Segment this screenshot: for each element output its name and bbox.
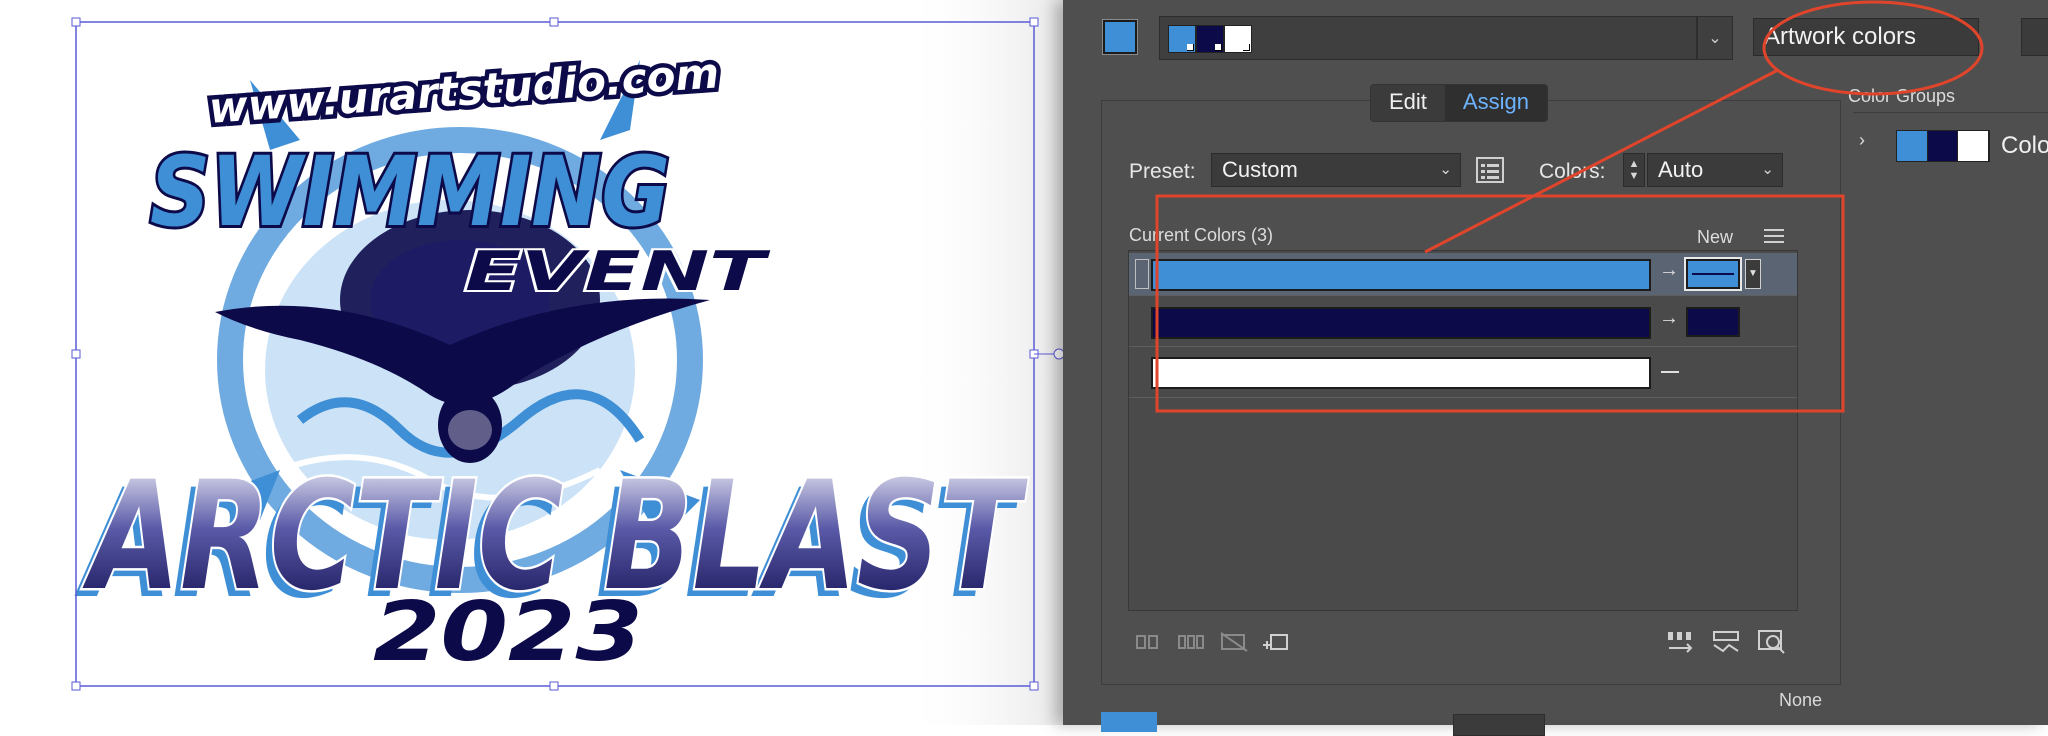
resize-handle-t[interactable]: [549, 17, 559, 27]
merge-colors-icon[interactable]: [1133, 628, 1167, 656]
group-strip-swatch-1: [1168, 25, 1196, 53]
resize-handle-tr[interactable]: [1029, 17, 1039, 27]
color-group-swatch-3: [1958, 131, 1990, 161]
tab-assign[interactable]: Assign: [1444, 85, 1547, 121]
secondary-field[interactable]: [2021, 18, 2048, 56]
colors-label: Colors:: [1539, 160, 1606, 183]
preset-dropdown-chevron-icon: ⌄: [1439, 161, 1452, 178]
group-strip-swatch-3: [1224, 25, 1252, 53]
current-color-bar-3[interactable]: [1151, 357, 1651, 389]
new-color-options-chevron-icon[interactable]: ▼: [1745, 259, 1761, 289]
new-color-swatch-1[interactable]: [1684, 257, 1742, 291]
color-group-swatch-1: [1897, 131, 1928, 161]
color-group-name-field[interactable]: Artwork colors: [1753, 18, 1979, 56]
none-label: None: [1779, 690, 1823, 710]
group-strip-swatch-2: [1196, 25, 1224, 53]
resize-handle-bl[interactable]: [71, 681, 81, 691]
artwork[interactable]: www.urartstudio.com SWIMMING EVENT ARCTI…: [0, 0, 1063, 725]
edit-assign-tabs: Edit Assign: [1370, 84, 1548, 122]
find-color-icon[interactable]: [1755, 628, 1789, 656]
resize-handle-l[interactable]: [71, 349, 81, 359]
color-group-swatch-2: [1927, 131, 1959, 161]
color-group-label[interactable]: Color: [2001, 130, 2048, 162]
current-color-bar-2[interactable]: [1151, 307, 1651, 339]
preset-dropdown[interactable]: Custom ⌄: [1211, 153, 1461, 187]
colors-count-value: Auto: [1658, 157, 1704, 182]
row-grip-icon[interactable]: [1135, 259, 1149, 289]
event-text: EVENT: [465, 240, 771, 303]
separate-colors-icon[interactable]: [1175, 628, 1209, 656]
bottom-swatch[interactable]: [1101, 712, 1157, 732]
active-color-group-strip[interactable]: [1159, 16, 1697, 60]
resize-handle-b[interactable]: [549, 681, 559, 691]
color-group-swatches[interactable]: [1896, 130, 1990, 162]
colors-stepper-icon[interactable]: ▲ ▼: [1623, 153, 1645, 187]
color-group-dropdown-chevron-icon[interactable]: ⌄: [1697, 16, 1733, 60]
color-groups-divider: [1853, 112, 2048, 113]
arrow-right-icon[interactable]: →: [1659, 259, 1679, 282]
bottom-button[interactable]: [1453, 714, 1545, 736]
artboard-canvas[interactable]: www.urartstudio.com SWIMMING EVENT ARCTI…: [0, 0, 1063, 725]
randomly-change-order-icon[interactable]: [1663, 628, 1697, 656]
colors-dropdown-chevron-icon: ⌄: [1761, 161, 1774, 178]
new-color-swatch-2[interactable]: [1686, 307, 1740, 337]
current-color-bar-1[interactable]: [1151, 259, 1651, 291]
swimming-text: SWIMMING: [150, 136, 670, 248]
hamburger-menu-icon[interactable]: [1763, 227, 1785, 250]
current-colors-header: Current Colors (3): [1129, 225, 1274, 245]
year-text: 2023: [373, 585, 643, 680]
preset-value: Custom: [1222, 157, 1298, 182]
color-groups-title: Color Groups: [1848, 86, 1956, 106]
new-colors-header: New: [1697, 227, 1734, 247]
colors-count-dropdown[interactable]: Auto ⌄: [1647, 153, 1783, 187]
arrow-right-icon[interactable]: →: [1659, 307, 1679, 330]
current-colors-list: → ▼ →: [1128, 250, 1798, 611]
chevron-right-icon[interactable]: ›: [1859, 130, 1865, 151]
active-color-swatch[interactable]: [1102, 19, 1138, 55]
color-reduction-options-icon[interactable]: [1473, 156, 1507, 184]
randomly-change-saturation-icon[interactable]: [1709, 628, 1743, 656]
preset-label: Preset:: [1129, 160, 1196, 183]
resize-handle-br[interactable]: [1029, 681, 1039, 691]
exclude-colors-icon[interactable]: [1217, 628, 1251, 656]
no-new-color-dash: [1661, 371, 1679, 373]
new-row-icon[interactable]: [1259, 628, 1293, 656]
recolor-artwork-panel: ⌄ Artwork colors Edit Assign Preset: Cus…: [1063, 0, 2048, 736]
resize-handle-tl[interactable]: [71, 17, 81, 27]
tab-edit[interactable]: Edit: [1371, 85, 1445, 121]
